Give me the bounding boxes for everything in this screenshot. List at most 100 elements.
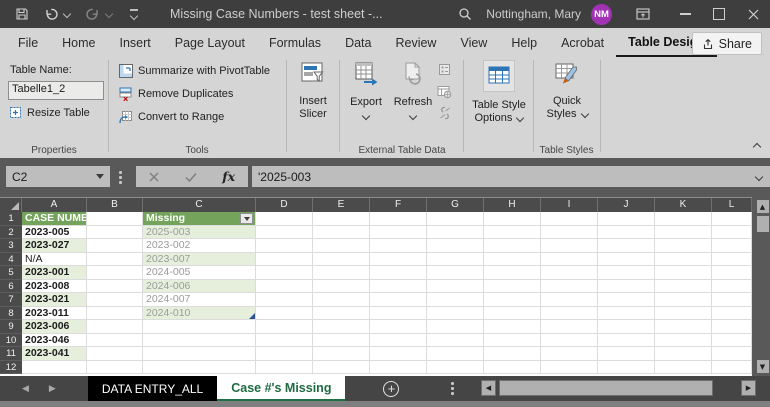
sheet-tab-case-missing[interactable]: Case #'s Missing (217, 376, 346, 401)
row-header-9[interactable]: 9 (0, 320, 22, 334)
formula-bar-handle[interactable] (119, 171, 122, 184)
cell-B6[interactable] (87, 279, 143, 293)
tab-view[interactable]: View (448, 28, 499, 57)
export-dropdown-icon[interactable] (361, 111, 371, 121)
cell-L4[interactable] (712, 252, 752, 266)
cell-H3[interactable] (484, 239, 541, 253)
cell-K1[interactable] (655, 212, 712, 226)
row-header-2[interactable]: 2 (0, 225, 22, 239)
cell-G10[interactable] (427, 333, 484, 347)
cell-H8[interactable] (484, 306, 541, 320)
cell-A8[interactable]: 2023-011 (22, 306, 87, 320)
column-header-H[interactable]: H (484, 198, 541, 212)
cell-H5[interactable] (484, 266, 541, 280)
sheet-nav-right-icon[interactable]: ▶ (49, 384, 56, 394)
name-box[interactable]: C2 (6, 166, 110, 187)
vertical-scrollbar[interactable]: ▲ ▼ (755, 197, 770, 376)
cell-J10[interactable] (598, 333, 655, 347)
cell-H6[interactable] (484, 279, 541, 293)
cell-A11[interactable]: 2023-041 (22, 347, 87, 361)
cell-B2[interactable] (87, 225, 143, 239)
column-header-I[interactable]: I (541, 198, 598, 212)
cell-H9[interactable] (484, 320, 541, 334)
cell-G3[interactable] (427, 239, 484, 253)
cell-B1[interactable] (87, 212, 143, 226)
cell-F11[interactable] (370, 347, 427, 361)
row-header-6[interactable]: 6 (0, 279, 22, 293)
cell-A3[interactable]: 2023-027 (22, 239, 87, 253)
cell-H4[interactable] (484, 252, 541, 266)
cell-E5[interactable] (313, 266, 370, 280)
cell-G2[interactable] (427, 225, 484, 239)
cell-I12[interactable] (541, 360, 598, 374)
account-name[interactable]: Nottingham, Mary (486, 7, 581, 21)
table-style-options-button[interactable]: Table Style Options (467, 60, 531, 125)
cell-B10[interactable] (87, 333, 143, 347)
cell-H11[interactable] (484, 347, 541, 361)
maximize-button[interactable] (702, 0, 736, 28)
close-button[interactable] (736, 0, 770, 28)
cell-G5[interactable] (427, 266, 484, 280)
cell-J5[interactable] (598, 266, 655, 280)
cell-L7[interactable] (712, 293, 752, 307)
cell-G9[interactable] (427, 320, 484, 334)
cell-D3[interactable] (256, 239, 313, 253)
cell-B8[interactable] (87, 306, 143, 320)
cell-C12[interactable] (143, 360, 256, 374)
cell-D2[interactable] (256, 225, 313, 239)
cell-F1[interactable] (370, 212, 427, 226)
cell-I11[interactable] (541, 347, 598, 361)
cell-A9[interactable]: 2023-006 (22, 320, 87, 334)
scroll-up-icon[interactable]: ▲ (756, 200, 769, 213)
cell-K11[interactable] (655, 347, 712, 361)
collapse-ribbon-icon[interactable] (752, 142, 762, 152)
cell-F3[interactable] (370, 239, 427, 253)
refresh-dropdown-icon[interactable] (408, 111, 418, 121)
customize-qat-icon[interactable] (120, 0, 148, 28)
column-header-L[interactable]: L (712, 198, 752, 212)
tab-data[interactable]: Data (333, 28, 383, 57)
cell-E8[interactable] (313, 306, 370, 320)
cell-E1[interactable] (313, 212, 370, 226)
cell-J1[interactable] (598, 212, 655, 226)
cell-L10[interactable] (712, 333, 752, 347)
export-button[interactable]: Export (344, 61, 388, 121)
cell-G7[interactable] (427, 293, 484, 307)
row-header-11[interactable]: 11 (0, 347, 22, 361)
cell-L1[interactable] (712, 212, 752, 226)
cell-D4[interactable] (256, 252, 313, 266)
resize-table-button[interactable]: Resize Table (8, 105, 90, 120)
row-header-1[interactable]: 1 (0, 212, 22, 226)
cell-L2[interactable] (712, 225, 752, 239)
cell-B4[interactable] (87, 252, 143, 266)
cell-A4[interactable]: N/A (22, 252, 87, 266)
cell-F4[interactable] (370, 252, 427, 266)
row-header-4[interactable]: 4 (0, 252, 22, 266)
cell-K3[interactable] (655, 239, 712, 253)
undo-dropdown-icon[interactable] (62, 9, 72, 19)
column-header-A[interactable]: A (22, 198, 87, 212)
tab-help[interactable]: Help (499, 28, 549, 57)
cell-K5[interactable] (655, 266, 712, 280)
cell-C5[interactable]: 2024-005 (143, 266, 256, 280)
insert-function-button[interactable]: fx (222, 169, 235, 184)
row-header-5[interactable]: 5 (0, 266, 22, 280)
cell-L8[interactable] (712, 306, 752, 320)
column-header-D[interactable]: D (256, 198, 313, 212)
cell-I8[interactable] (541, 306, 598, 320)
cell-G6[interactable] (427, 279, 484, 293)
cell-F6[interactable] (370, 279, 427, 293)
sheet-tab-data-entry-all[interactable]: DATA ENTRY_ALL (87, 376, 218, 401)
scroll-left-icon[interactable]: ◀ (481, 380, 496, 396)
row-header-10[interactable]: 10 (0, 333, 22, 347)
column-header-C[interactable]: C (143, 198, 256, 212)
cell-L3[interactable] (712, 239, 752, 253)
cell-K10[interactable] (655, 333, 712, 347)
cell-E4[interactable] (313, 252, 370, 266)
cell-D9[interactable] (256, 320, 313, 334)
cell-G11[interactable] (427, 347, 484, 361)
cell-A5[interactable]: 2023-001 (22, 266, 87, 280)
column-header-F[interactable]: F (370, 198, 427, 212)
tab-insert[interactable]: Insert (108, 28, 163, 57)
horizontal-scroll-thumb[interactable] (499, 380, 713, 396)
